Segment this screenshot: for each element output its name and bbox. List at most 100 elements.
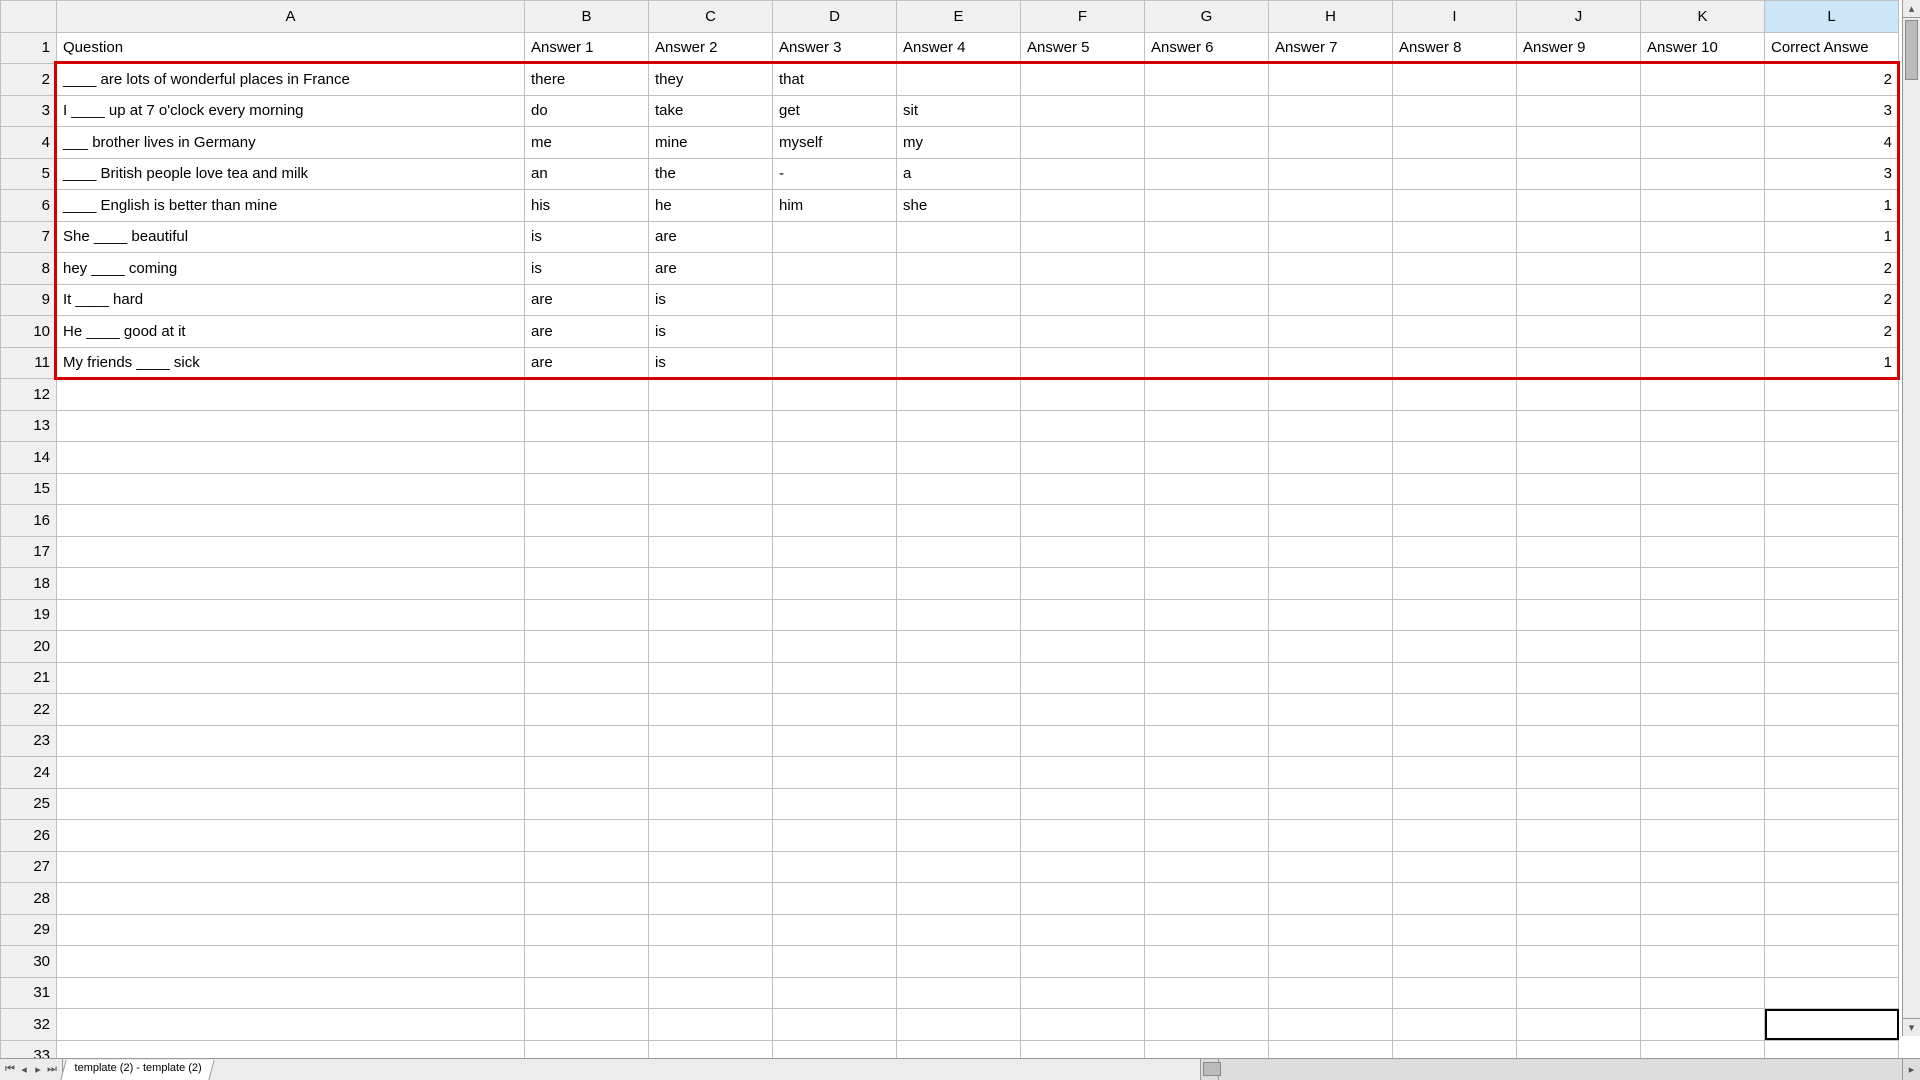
row-header[interactable]: 20 xyxy=(1,631,57,663)
cell-B15[interactable] xyxy=(525,473,649,505)
cell-A3[interactable]: I ____ up at 7 o'clock every morning xyxy=(57,95,525,127)
cell-A12[interactable] xyxy=(57,379,525,411)
cell-E19[interactable] xyxy=(897,599,1021,631)
cell-L2[interactable]: 2 xyxy=(1765,64,1899,96)
cell-C30[interactable] xyxy=(649,946,773,978)
cell-G25[interactable] xyxy=(1145,788,1269,820)
cell-D16[interactable] xyxy=(773,505,897,537)
row-header[interactable]: 32 xyxy=(1,1009,57,1041)
cell-B5[interactable]: an xyxy=(525,158,649,190)
cell-I29[interactable] xyxy=(1393,914,1517,946)
cell-B14[interactable] xyxy=(525,442,649,474)
cell-C24[interactable] xyxy=(649,757,773,789)
cell-D11[interactable] xyxy=(773,347,897,379)
cell-C29[interactable] xyxy=(649,914,773,946)
cell-A24[interactable] xyxy=(57,757,525,789)
cell-A2[interactable]: ____ are lots of wonderful places in Fra… xyxy=(57,64,525,96)
cell-C23[interactable] xyxy=(649,725,773,757)
cell-B7[interactable]: is xyxy=(525,221,649,253)
cell-I23[interactable] xyxy=(1393,725,1517,757)
cell-J11[interactable] xyxy=(1517,347,1641,379)
cell-H28[interactable] xyxy=(1269,883,1393,915)
cell-K30[interactable] xyxy=(1641,946,1765,978)
cell-B29[interactable] xyxy=(525,914,649,946)
cell-A8[interactable]: hey ____ coming xyxy=(57,253,525,285)
cell-B13[interactable] xyxy=(525,410,649,442)
cell-B28[interactable] xyxy=(525,883,649,915)
cell-C1[interactable]: Answer 2 xyxy=(649,32,773,64)
cell-B4[interactable]: me xyxy=(525,127,649,159)
cell-H31[interactable] xyxy=(1269,977,1393,1009)
cell-G23[interactable] xyxy=(1145,725,1269,757)
cell-K15[interactable] xyxy=(1641,473,1765,505)
row-header[interactable]: 33 xyxy=(1,1040,57,1058)
cell-B24[interactable] xyxy=(525,757,649,789)
cell-H33[interactable] xyxy=(1269,1040,1393,1058)
cell-L9[interactable]: 2 xyxy=(1765,284,1899,316)
cell-C6[interactable]: he xyxy=(649,190,773,222)
cell-C3[interactable]: take xyxy=(649,95,773,127)
cell-E16[interactable] xyxy=(897,505,1021,537)
cell-E29[interactable] xyxy=(897,914,1021,946)
row-header[interactable]: 16 xyxy=(1,505,57,537)
cell-E12[interactable] xyxy=(897,379,1021,411)
cell-E9[interactable] xyxy=(897,284,1021,316)
cell-C16[interactable] xyxy=(649,505,773,537)
cell-D20[interactable] xyxy=(773,631,897,663)
cell-C17[interactable] xyxy=(649,536,773,568)
cell-I20[interactable] xyxy=(1393,631,1517,663)
cell-E6[interactable]: she xyxy=(897,190,1021,222)
cell-B17[interactable] xyxy=(525,536,649,568)
cell-C4[interactable]: mine xyxy=(649,127,773,159)
cell-H20[interactable] xyxy=(1269,631,1393,663)
row-header[interactable]: 18 xyxy=(1,568,57,600)
cell-G30[interactable] xyxy=(1145,946,1269,978)
vscroll-thumb[interactable] xyxy=(1905,20,1918,80)
col-header-K[interactable]: K xyxy=(1641,1,1765,33)
cell-H15[interactable] xyxy=(1269,473,1393,505)
cell-K1[interactable]: Answer 10 xyxy=(1641,32,1765,64)
cell-I14[interactable] xyxy=(1393,442,1517,474)
cell-A10[interactable]: He ____ good at it xyxy=(57,316,525,348)
cell-L26[interactable] xyxy=(1765,820,1899,852)
cell-I32[interactable] xyxy=(1393,1009,1517,1041)
cell-A5[interactable]: ____ British people love tea and milk xyxy=(57,158,525,190)
cell-D5[interactable]: - xyxy=(773,158,897,190)
cell-G3[interactable] xyxy=(1145,95,1269,127)
cell-I24[interactable] xyxy=(1393,757,1517,789)
cell-A7[interactable]: She ____ beautiful xyxy=(57,221,525,253)
cell-B33[interactable] xyxy=(525,1040,649,1058)
cell-E13[interactable] xyxy=(897,410,1021,442)
cell-E2[interactable] xyxy=(897,64,1021,96)
cell-L4[interactable]: 4 xyxy=(1765,127,1899,159)
cell-C27[interactable] xyxy=(649,851,773,883)
cell-F13[interactable] xyxy=(1021,410,1145,442)
cell-B19[interactable] xyxy=(525,599,649,631)
cell-K9[interactable] xyxy=(1641,284,1765,316)
cell-K4[interactable] xyxy=(1641,127,1765,159)
cell-L10[interactable]: 2 xyxy=(1765,316,1899,348)
cell-J29[interactable] xyxy=(1517,914,1641,946)
cell-K6[interactable] xyxy=(1641,190,1765,222)
cell-F17[interactable] xyxy=(1021,536,1145,568)
cell-E1[interactable]: Answer 4 xyxy=(897,32,1021,64)
cell-D22[interactable] xyxy=(773,694,897,726)
cell-B21[interactable] xyxy=(525,662,649,694)
cell-E24[interactable] xyxy=(897,757,1021,789)
cell-A26[interactable] xyxy=(57,820,525,852)
cell-J9[interactable] xyxy=(1517,284,1641,316)
cell-F25[interactable] xyxy=(1021,788,1145,820)
cell-E20[interactable] xyxy=(897,631,1021,663)
cell-L18[interactable] xyxy=(1765,568,1899,600)
cell-I21[interactable] xyxy=(1393,662,1517,694)
row-header[interactable]: 6 xyxy=(1,190,57,222)
cell-F20[interactable] xyxy=(1021,631,1145,663)
row-header[interactable]: 2 xyxy=(1,64,57,96)
cell-G12[interactable] xyxy=(1145,379,1269,411)
cell-H10[interactable] xyxy=(1269,316,1393,348)
cell-C22[interactable] xyxy=(649,694,773,726)
cell-J22[interactable] xyxy=(1517,694,1641,726)
cell-C10[interactable]: is xyxy=(649,316,773,348)
cell-L31[interactable] xyxy=(1765,977,1899,1009)
cell-L16[interactable] xyxy=(1765,505,1899,537)
